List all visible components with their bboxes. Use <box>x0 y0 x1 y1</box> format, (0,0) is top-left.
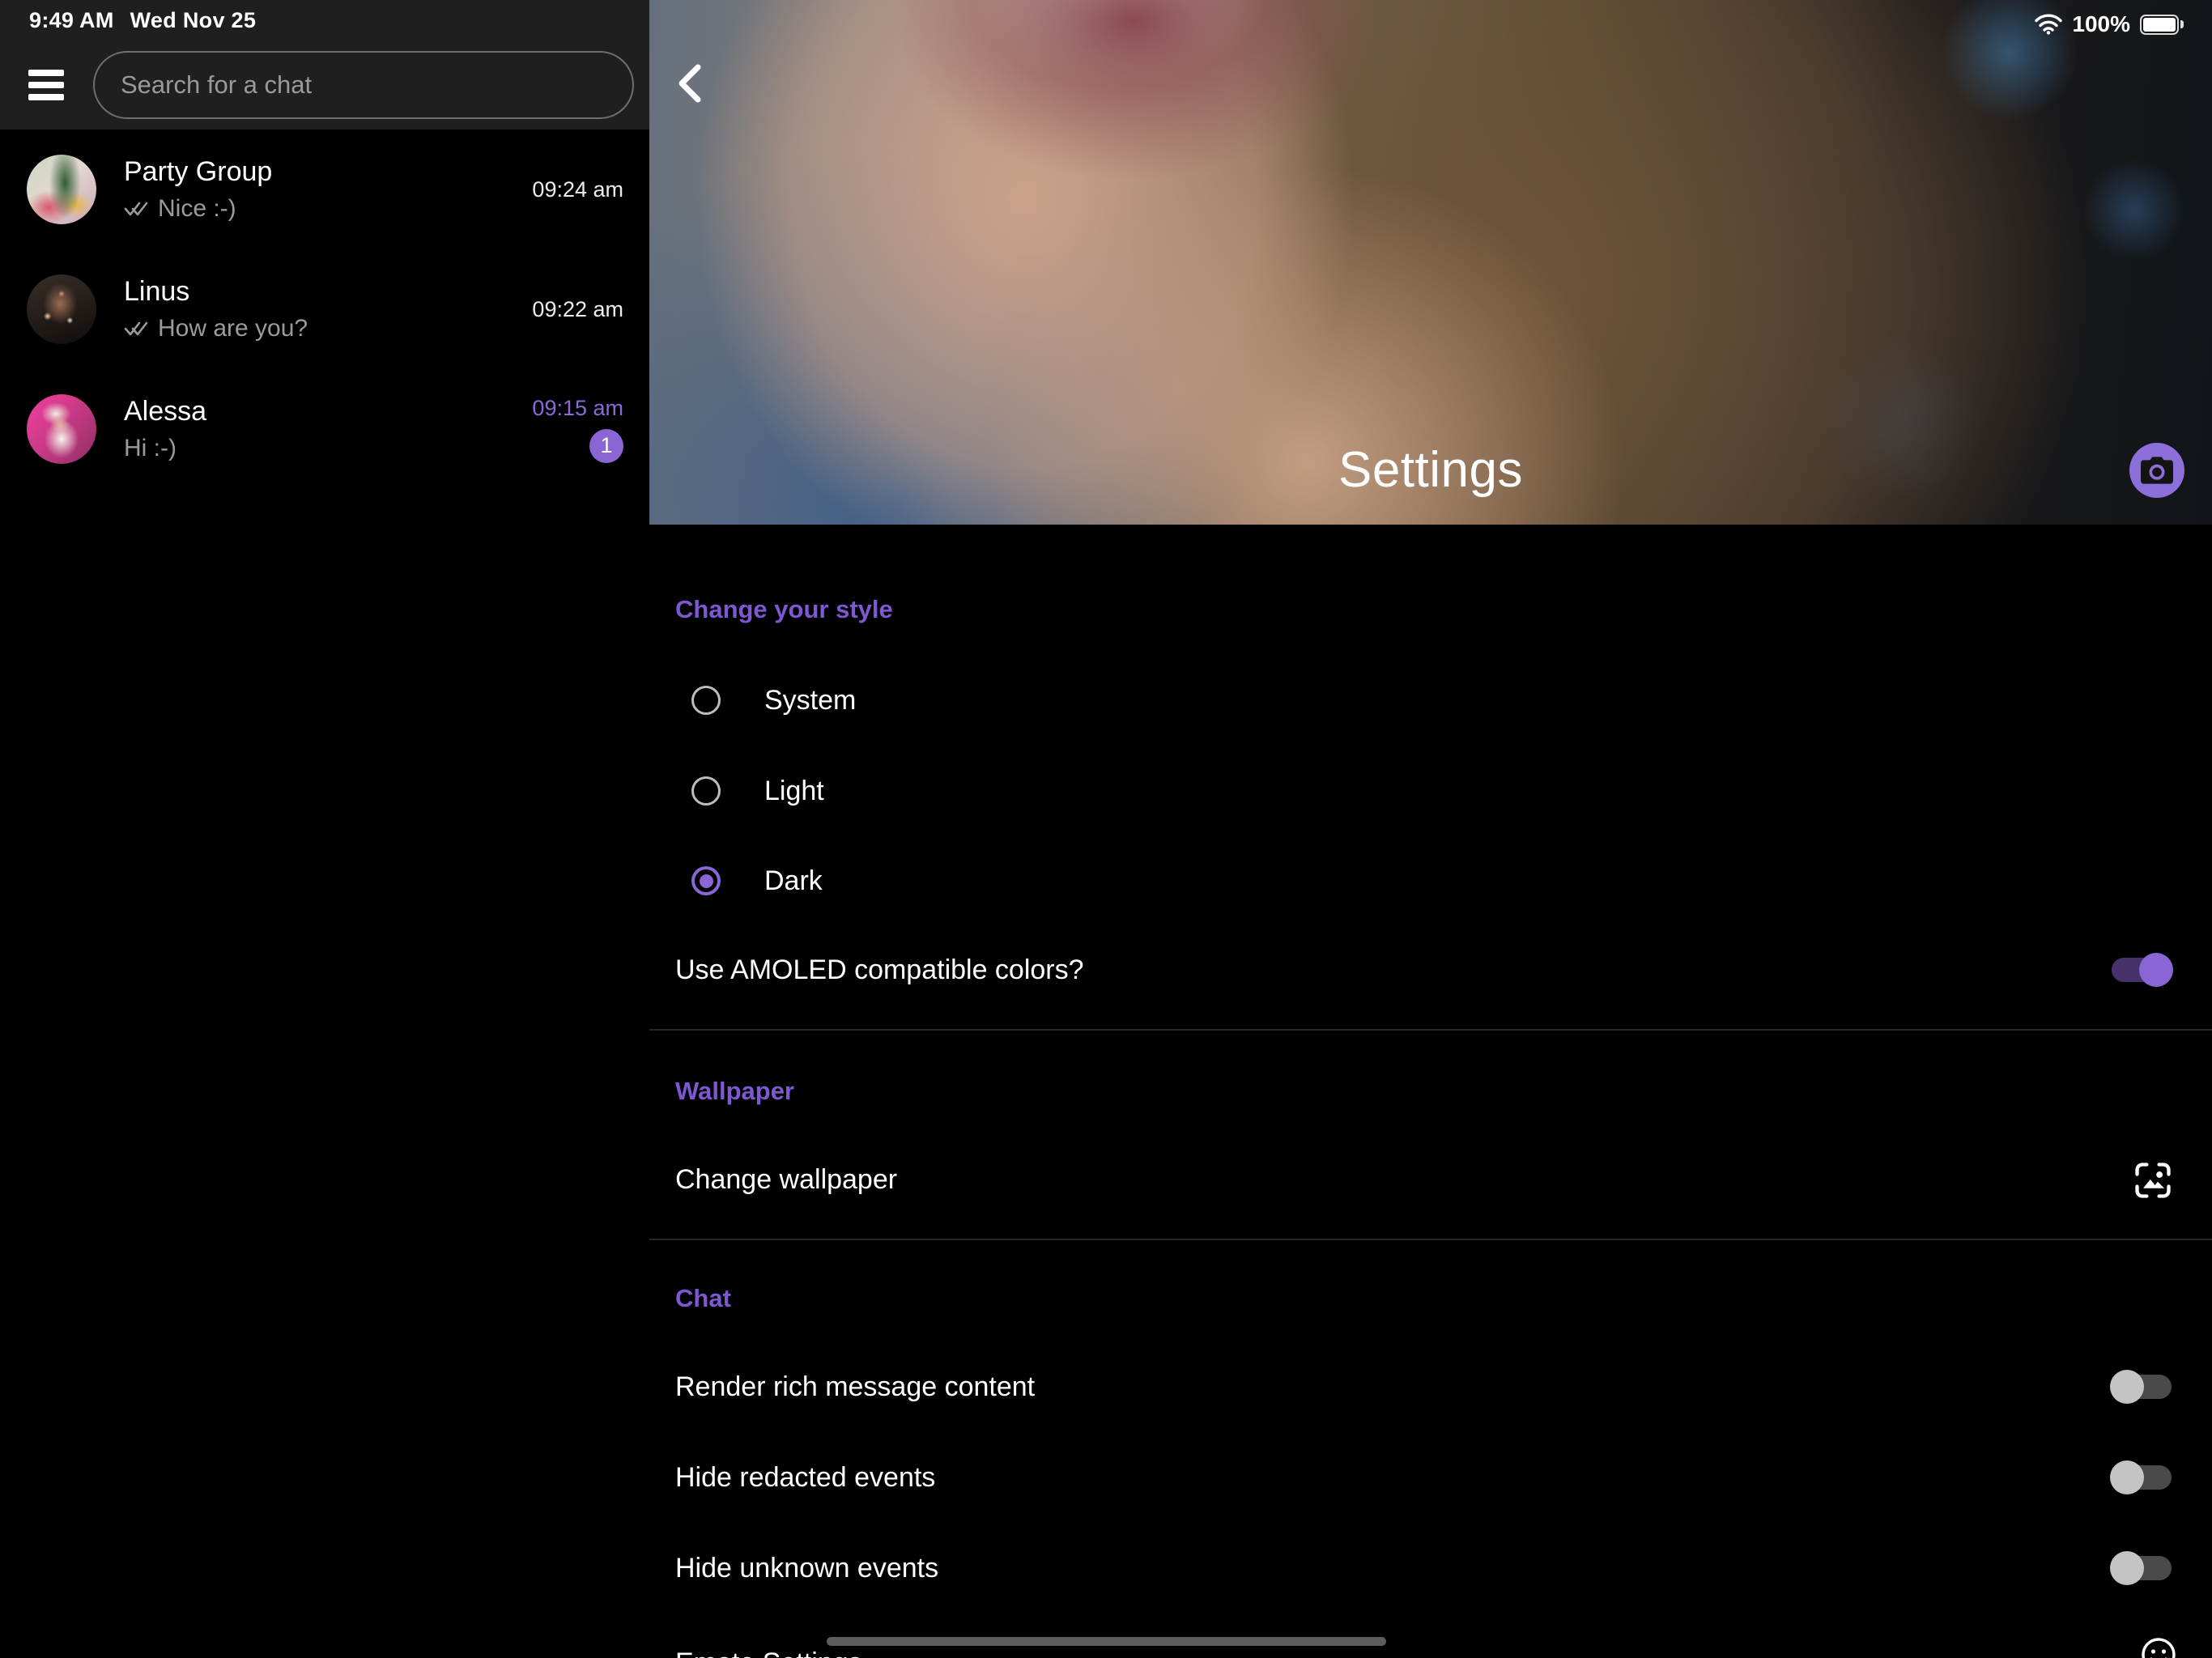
render-rich-content-label: Render rich message content <box>675 1371 1035 1403</box>
chat-last-message: How are you? <box>158 315 308 342</box>
avatar-alessa <box>27 394 96 464</box>
radio-row-system[interactable]: System <box>691 681 856 720</box>
section-divider <box>649 1239 2212 1240</box>
chat-name: Linus <box>124 276 532 308</box>
settings-header-photo: 100% Settings <box>649 0 2212 525</box>
unread-count-badge: 1 <box>589 429 623 463</box>
chat-name: Party Group <box>124 156 532 188</box>
emoji-smiley-icon[interactable] <box>2140 1636 2177 1658</box>
wallpaper-image-icon[interactable] <box>2132 1159 2174 1201</box>
section-heading-wallpaper: Wallpaper <box>675 1077 794 1106</box>
radio-label: Light <box>764 776 824 807</box>
hide-unknown-events-switch[interactable] <box>2112 1556 2172 1580</box>
change-photo-button[interactable] <box>2129 443 2184 498</box>
camera-icon <box>2141 457 2173 484</box>
radio-light[interactable] <box>691 776 721 806</box>
avatar-party-group <box>27 155 96 224</box>
chat-time: 09:15 am <box>532 396 623 421</box>
radio-row-dark[interactable]: Dark <box>691 861 823 900</box>
chat-row-linus[interactable]: Linus How are you? 09:22 am <box>0 249 649 369</box>
sidebar-header: 9:49 AM Wed Nov 25 <box>0 0 649 130</box>
change-wallpaper-label[interactable]: Change wallpaper <box>675 1164 897 1196</box>
hide-unknown-events-label: Hide unknown events <box>675 1553 938 1584</box>
chat-row-alessa[interactable]: Alessa Hi :-) 09:15 am 1 <box>0 369 649 489</box>
section-divider <box>649 1029 2212 1031</box>
radio-dark[interactable] <box>691 866 721 895</box>
back-button[interactable] <box>674 63 709 104</box>
chat-row-party-group[interactable]: Party Group Nice :-) 09:24 am <box>0 130 649 249</box>
wifi-icon <box>2035 14 2062 35</box>
chevron-left-icon <box>674 63 709 104</box>
chat-list: Party Group Nice :-) 09:24 am <box>0 130 649 489</box>
chat-time: 09:24 am <box>532 177 623 202</box>
amoled-switch[interactable] <box>2112 958 2172 982</box>
chat-list-sidebar: 9:49 AM Wed Nov 25 Party Group <box>0 0 649 1658</box>
amoled-label: Use AMOLED compatible colors? <box>675 954 1084 986</box>
section-heading-style: Change your style <box>675 595 893 624</box>
chat-name: Alessa <box>124 396 532 427</box>
home-indicator[interactable] <box>827 1637 1386 1646</box>
section-heading-chat: Chat <box>675 1284 731 1313</box>
search-field-wrap <box>93 51 634 119</box>
read-receipt-icon <box>124 320 150 338</box>
radio-label: Dark <box>764 865 823 897</box>
read-receipt-icon <box>124 200 150 218</box>
radio-row-light[interactable]: Light <box>691 772 824 810</box>
hide-redacted-events-switch[interactable] <box>2112 1465 2172 1490</box>
status-bar-left: 9:49 AM Wed Nov 25 <box>29 8 256 33</box>
battery-percent: 100% <box>2072 11 2130 37</box>
radio-system[interactable] <box>691 686 721 715</box>
chat-time: 09:22 am <box>532 297 623 322</box>
app-root: 9:49 AM Wed Nov 25 Party Group <box>0 0 2212 1658</box>
search-input[interactable] <box>93 51 634 119</box>
render-rich-content-switch[interactable] <box>2112 1375 2172 1399</box>
avatar-linus <box>27 274 96 344</box>
emote-settings-label[interactable]: Emote Settings <box>675 1647 862 1658</box>
status-bar-right: 100% <box>2035 11 2184 37</box>
chat-last-message: Nice :-) <box>158 195 236 223</box>
battery-icon <box>2140 15 2184 35</box>
status-date: Wed Nov 25 <box>130 8 257 33</box>
radio-label: System <box>764 685 856 716</box>
hamburger-menu-icon[interactable] <box>28 70 64 100</box>
chat-last-message: Hi :-) <box>124 435 177 462</box>
status-time: 9:49 AM <box>29 8 114 33</box>
page-title: Settings <box>649 441 2212 499</box>
hide-redacted-events-label: Hide redacted events <box>675 1462 935 1494</box>
settings-panel: 100% Settings Change your style <box>649 0 2212 1658</box>
